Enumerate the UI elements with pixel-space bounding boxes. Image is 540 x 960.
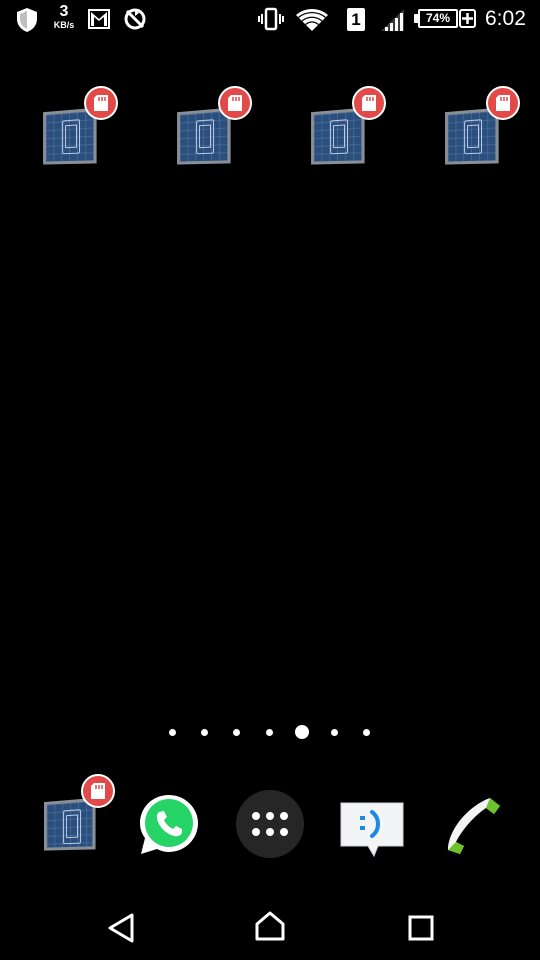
- recents-icon[interactable]: [408, 915, 434, 941]
- page-dot-3[interactable]: [233, 729, 240, 736]
- shortcut-blueprint-1[interactable]: [42, 86, 132, 200]
- apps-drawer-button[interactable]: [236, 790, 304, 858]
- battery-icon: 74%: [418, 9, 458, 28]
- signal-icon: [381, 9, 404, 31]
- data-speed-unit: KB/s: [53, 20, 75, 30]
- blueprint-app-icon: [445, 107, 499, 165]
- page-dot-6[interactable]: [331, 729, 338, 736]
- dock-blueprint-app[interactable]: [43, 774, 133, 890]
- page-dot-1[interactable]: [169, 729, 176, 736]
- blueprint-app-icon: [311, 107, 365, 165]
- page-dot-4[interactable]: [266, 729, 273, 736]
- sd-card-icon: [94, 95, 108, 111]
- sd-card-badge: [218, 86, 252, 120]
- page-dot-7[interactable]: [363, 729, 370, 736]
- shortcut-blueprint-3[interactable]: [310, 86, 400, 200]
- shortcut-blueprint-4[interactable]: [444, 86, 534, 200]
- data-speed-value: 3: [59, 3, 69, 20]
- home-icon[interactable]: [254, 910, 286, 942]
- sd-card-icon: [91, 783, 105, 799]
- phone-icon[interactable]: [440, 794, 506, 856]
- sd-card-icon: [228, 95, 242, 111]
- gmail-icon: [88, 9, 110, 29]
- blueprint-app-icon: [43, 107, 97, 165]
- home-screen-grid: [0, 80, 540, 180]
- sd-card-badge: [352, 86, 386, 120]
- back-icon[interactable]: [106, 912, 136, 944]
- sd-card-icon: [362, 95, 376, 111]
- sd-card-badge: [81, 774, 115, 808]
- page-dot-5-current[interactable]: [295, 725, 309, 739]
- status-bar[interactable]: 3 KB/s 1 74% 6:02: [0, 0, 540, 40]
- sync-off-icon: [124, 8, 146, 30]
- navigation-bar: [0, 890, 540, 960]
- shortcut-blueprint-2[interactable]: [176, 86, 266, 200]
- messaging-icon[interactable]: [338, 800, 406, 858]
- page-indicator[interactable]: [0, 720, 540, 744]
- sd-card-badge: [486, 86, 520, 120]
- data-speed-indicator: 3 KB/s: [50, 4, 78, 30]
- status-clock: 6:02: [485, 7, 526, 30]
- sd-card-icon: [496, 95, 510, 111]
- shield-icon: [17, 8, 37, 32]
- whatsapp-icon[interactable]: [136, 792, 202, 858]
- charging-icon: [459, 9, 476, 28]
- sim-slot-label: 1: [351, 10, 361, 29]
- sim-1-icon: 1: [347, 8, 365, 31]
- page-dot-2[interactable]: [201, 729, 208, 736]
- blueprint-app-icon: [177, 107, 231, 165]
- blueprint-app-icon: [44, 797, 96, 851]
- sd-card-badge: [84, 86, 118, 120]
- wifi-icon: [296, 9, 328, 31]
- vibrate-icon: [258, 7, 284, 31]
- battery-percent: 74%: [425, 11, 451, 25]
